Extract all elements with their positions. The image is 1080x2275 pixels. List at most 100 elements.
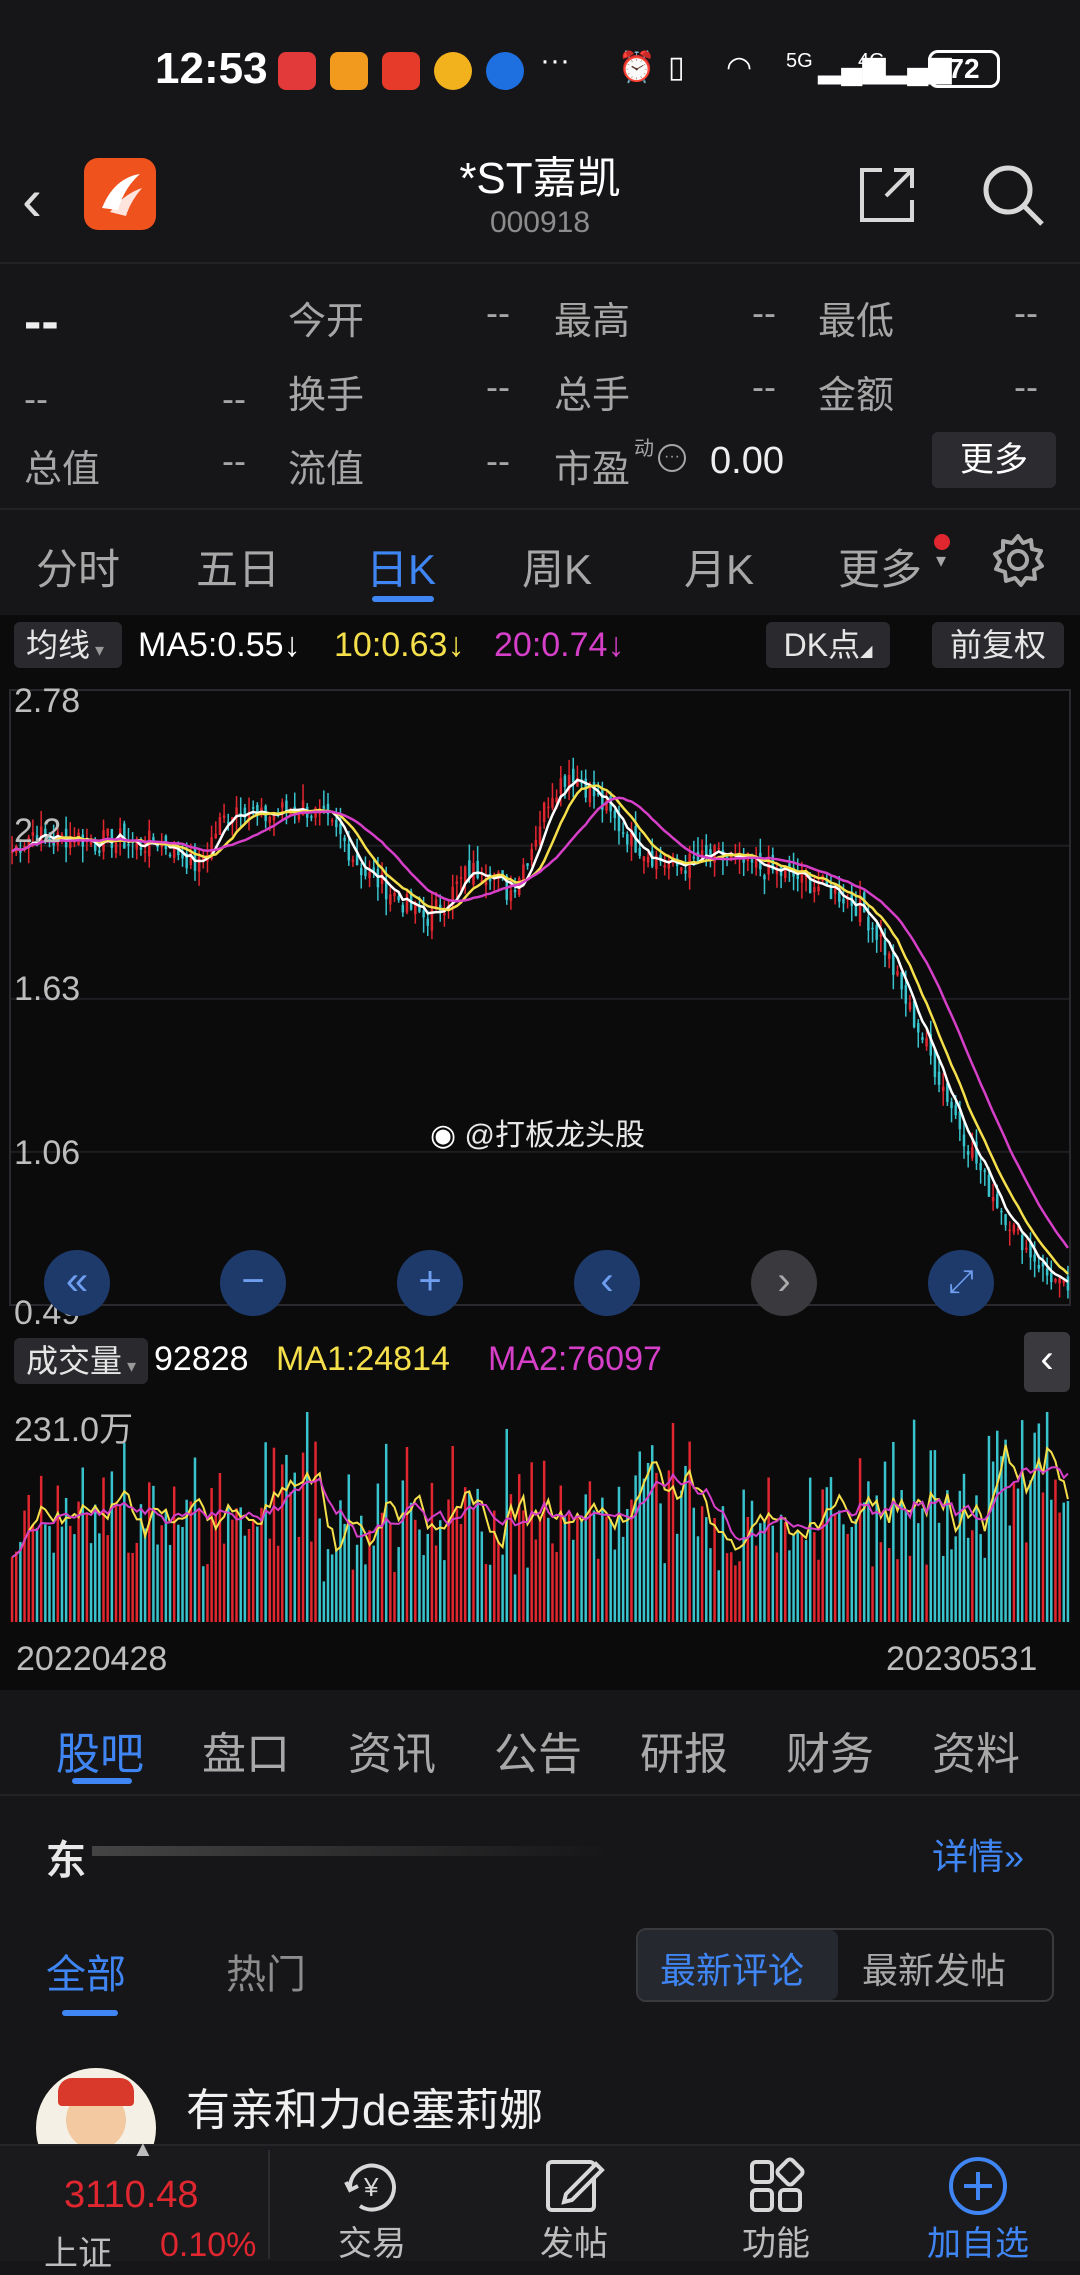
volume-label: 总手 [554, 375, 631, 417]
volume-bar [725, 1553, 729, 1622]
candle [941, 1086, 945, 1092]
nav-add-watchlist[interactable]: 加自选 [908, 2216, 1048, 2265]
volume-bar [484, 1563, 488, 1622]
add-watchlist-plus-icon[interactable] [946, 2154, 1010, 2218]
share-icon[interactable] [856, 164, 918, 226]
functions-grid-icon[interactable] [746, 2156, 806, 2216]
volume-chart[interactable] [0, 1392, 1080, 1628]
adjust-button[interactable]: 前复权 [932, 622, 1064, 668]
status-time: 12:53 [155, 44, 268, 93]
settings-gear-icon[interactable] [990, 532, 1046, 588]
volume-bar [667, 1470, 671, 1622]
detail-link[interactable]: 详情» [932, 1828, 1024, 1880]
candle [663, 865, 666, 868]
ma10-line [11, 784, 1069, 1275]
nav-functions[interactable]: 功能 [706, 2216, 846, 2265]
pe-info-icon[interactable]: ··· [658, 444, 686, 472]
candle [393, 892, 396, 897]
scroll-left-icon[interactable]: ‹ [574, 1250, 640, 1316]
fullscreen-icon[interactable]: ⤢ [928, 1250, 994, 1316]
volume-bar [742, 1489, 745, 1622]
volume-bar [89, 1543, 93, 1622]
volume-bar [60, 1526, 64, 1622]
volume-bar [305, 1412, 309, 1622]
volume-bar [796, 1530, 799, 1622]
candle [642, 856, 646, 862]
volume-bar [143, 1528, 147, 1622]
expand-up-icon[interactable]: ▲ [132, 2136, 154, 2162]
volume-bar [397, 1547, 400, 1622]
volume-bar [738, 1561, 741, 1622]
volume-bar [160, 1525, 163, 1622]
volume-value: -- [752, 366, 776, 407]
candle [817, 886, 820, 892]
volume-bar [106, 1535, 109, 1622]
filter-hot[interactable]: 热门 [226, 1942, 306, 2000]
tab-weekly-k[interactable]: 周K [522, 536, 592, 597]
tab-finance[interactable]: 财务 [786, 1718, 874, 1782]
dk-points-button[interactable]: DK点◢ [766, 622, 890, 668]
ma-selector[interactable]: 均线 ▾ [14, 622, 122, 668]
index-value[interactable]: 3110.48 [64, 2174, 199, 2217]
tab-monthly-k[interactable]: 月K [684, 536, 754, 597]
volume-bar [93, 1504, 97, 1622]
candle [1000, 1210, 1003, 1213]
volume-bar [933, 1450, 937, 1622]
tab-five-day[interactable]: 五日 [196, 536, 280, 597]
volume-bar [609, 1519, 612, 1622]
candle [422, 910, 425, 918]
candle [347, 843, 351, 861]
volume-bar [996, 1430, 999, 1622]
volume-bar [123, 1443, 126, 1622]
sort-latest-post[interactable]: 最新发帖 [862, 1942, 1006, 1994]
tab-profile[interactable]: 资料 [932, 1718, 1020, 1782]
volume-bar [858, 1458, 862, 1622]
active-tab-indicator [372, 596, 434, 602]
volume-bar [896, 1559, 899, 1622]
search-icon[interactable] [978, 160, 1048, 230]
more-notifications-icon: ··· [540, 44, 570, 77]
volume-bar [547, 1517, 550, 1622]
nav-post[interactable]: 发帖 [504, 2216, 644, 2265]
zoom-out-icon[interactable]: − [220, 1250, 286, 1316]
sort-latest-comment[interactable]: 最新评论 [660, 1942, 804, 1994]
volume-bar [206, 1564, 209, 1622]
candle [218, 817, 222, 835]
volume-bar [613, 1549, 617, 1622]
volume-bar [817, 1559, 820, 1622]
notice-fade [92, 1846, 612, 1856]
post-edit-icon[interactable] [544, 2156, 606, 2216]
tab-forum[interactable]: 股吧 [56, 1718, 144, 1782]
tab-news[interactable]: 资讯 [348, 1718, 436, 1782]
dropdown-arrow-icon: ▾ [122, 1356, 137, 1376]
candle [139, 847, 143, 850]
more-quote-button[interactable]: 更多 [932, 432, 1056, 488]
trade-yen-icon[interactable]: ¥ [340, 2158, 404, 2216]
candle [887, 953, 891, 959]
volume-bar [168, 1544, 172, 1622]
post-username[interactable]: 有亲和力de塞莉娜 [186, 2074, 543, 2138]
volume-bar [1016, 1488, 1020, 1622]
candle [335, 820, 338, 828]
candle [1025, 1247, 1028, 1250]
tab-daily-k[interactable]: 日K [366, 536, 436, 597]
tab-order-book[interactable]: 盘口 [202, 1718, 290, 1782]
volume-selector[interactable]: 成交量 ▾ [14, 1338, 148, 1384]
volume-bar [418, 1529, 421, 1622]
scroll-fast-back-icon[interactable]: « [44, 1250, 110, 1316]
collapse-panel-chevron-icon[interactable]: ‹ [1024, 1332, 1070, 1392]
nav-trade[interactable]: 交易 [302, 2216, 442, 2265]
price-axis-label: 1.06 [14, 1134, 81, 1172]
volume-bar [23, 1510, 26, 1622]
candlestick-chart[interactable] [0, 675, 1080, 1325]
candle [996, 1194, 999, 1208]
tab-intraday[interactable]: 分时 [36, 536, 120, 597]
volume-bar [27, 1494, 30, 1622]
zoom-in-icon[interactable]: + [397, 1250, 463, 1316]
tab-more[interactable]: 更多 [838, 536, 922, 597]
filter-all[interactable]: 全部 [46, 1942, 126, 2000]
scroll-right-icon[interactable]: › [751, 1250, 817, 1316]
candle [1008, 1229, 1011, 1232]
tab-announcements[interactable]: 公告 [494, 1718, 582, 1782]
tab-research[interactable]: 研报 [640, 1718, 728, 1782]
